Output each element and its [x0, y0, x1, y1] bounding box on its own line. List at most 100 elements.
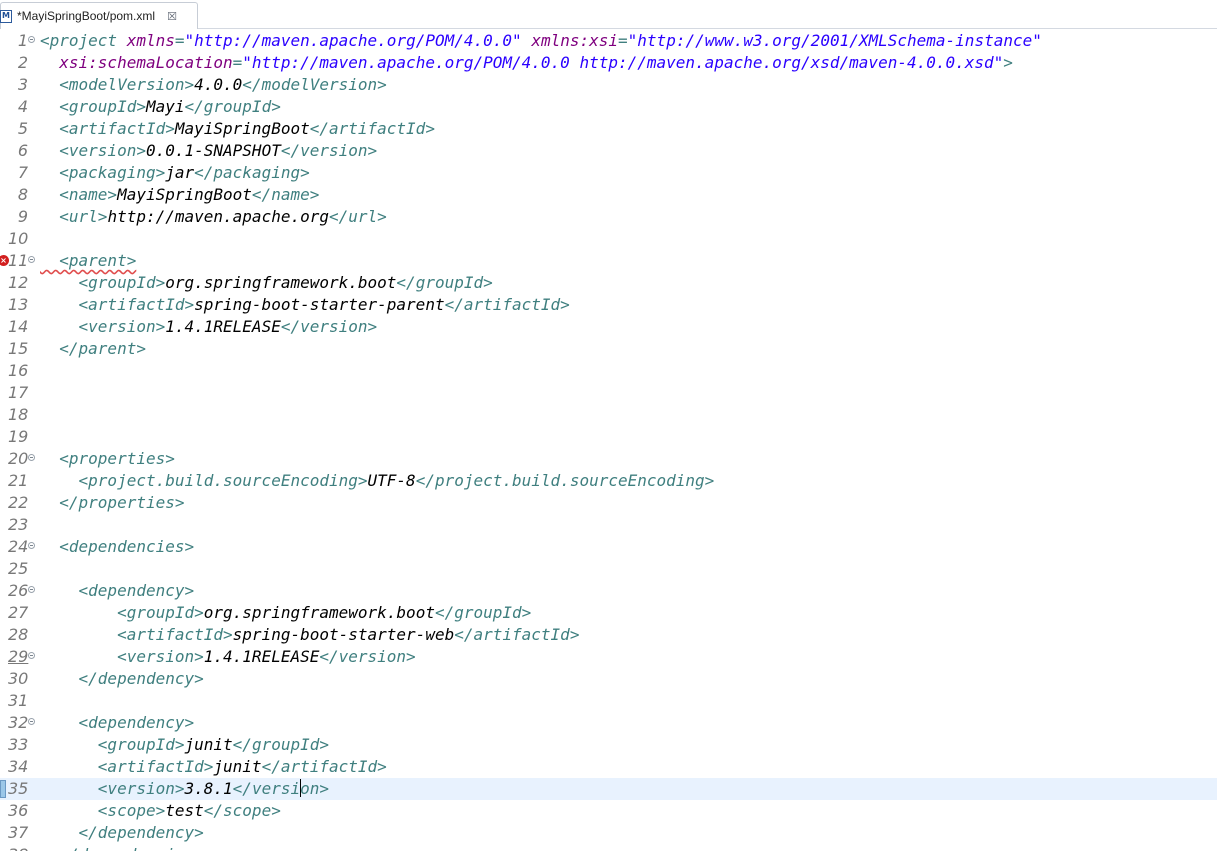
- code-line[interactable]: 28 <artifactId>spring-boot-starter-web</…: [0, 624, 1217, 646]
- line-number: 28: [8, 625, 29, 644]
- code-token: </dependencies>: [40, 845, 204, 851]
- fold-toggle-icon[interactable]: [28, 718, 35, 725]
- code-line[interactable]: 37 </dependency>: [0, 822, 1217, 844]
- code-token: =: [174, 31, 185, 50]
- code-line[interactable]: 33 <groupId>junit</groupId>: [0, 734, 1217, 756]
- fold-toggle-icon[interactable]: [28, 256, 35, 263]
- code-line[interactable]: 13 <artifactId>spring-boot-starter-paren…: [0, 294, 1217, 316]
- code-line[interactable]: 31: [0, 690, 1217, 712]
- code-token: </groupId>: [434, 603, 532, 622]
- line-gutter: 26: [0, 580, 40, 602]
- fold-toggle-icon[interactable]: [28, 454, 35, 461]
- code-line[interactable]: 14 <version>1.4.1RELEASE</version>: [0, 316, 1217, 338]
- code-token: <url>: [40, 207, 108, 226]
- close-icon[interactable]: ☒: [167, 10, 177, 23]
- code-text: </dependency>: [40, 668, 204, 690]
- code-token: <dependency>: [40, 581, 195, 600]
- code-token: MayiSpringBoot: [117, 185, 252, 204]
- fold-toggle-icon[interactable]: [28, 652, 35, 659]
- code-line[interactable]: 7 <packaging>jar</packaging>: [0, 162, 1217, 184]
- line-gutter: 30: [0, 668, 40, 690]
- line-number: 6: [17, 141, 28, 160]
- code-line[interactable]: 20 <properties>: [0, 448, 1217, 470]
- line-number: 12: [8, 273, 29, 292]
- code-token: </groupId>: [184, 97, 281, 116]
- line-gutter: 38: [0, 844, 40, 851]
- fold-toggle-icon[interactable]: [28, 36, 35, 43]
- code-line[interactable]: 18: [0, 404, 1217, 426]
- code-text: <version>3.8.1</version>: [40, 778, 329, 800]
- line-gutter: 21: [0, 470, 40, 492]
- code-line[interactable]: 25: [0, 558, 1217, 580]
- line-number: 13: [8, 295, 29, 314]
- code-token: >: [1003, 53, 1013, 72]
- code-token: org.springframework.boot: [203, 603, 435, 622]
- line-gutter: 33: [0, 734, 40, 756]
- code-line[interactable]: 26 <dependency>: [0, 580, 1217, 602]
- line-gutter: 32: [0, 712, 40, 734]
- code-text: <groupId>Mayi</groupId>: [40, 96, 281, 118]
- code-token: http://maven.apache.org: [107, 207, 329, 226]
- code-text: <version>1.4.1RELEASE</version>: [40, 316, 378, 338]
- code-line[interactable]: 24 <dependencies>: [0, 536, 1217, 558]
- code-text: <groupId>junit</groupId>: [40, 734, 329, 756]
- code-line[interactable]: 6 <version>0.0.1-SNAPSHOT</version>: [0, 140, 1217, 162]
- line-number: 11: [8, 251, 29, 270]
- code-line[interactable]: 22 </properties>: [0, 492, 1217, 514]
- line-gutter: 3: [0, 74, 40, 96]
- line-number: 22: [8, 493, 29, 512]
- line-number: 2: [17, 53, 28, 72]
- line-gutter: 34: [0, 756, 40, 778]
- code-token: </scope>: [203, 801, 281, 820]
- code-line[interactable]: 23: [0, 514, 1217, 536]
- code-text: <project xmlns="http://maven.apache.org/…: [40, 30, 1042, 52]
- code-token: </version>: [319, 647, 416, 666]
- code-text: <dependency>: [40, 580, 195, 602]
- code-token: </packaging>: [194, 163, 310, 182]
- code-line[interactable]: 5 <artifactId>MayiSpringBoot</artifactId…: [0, 118, 1217, 140]
- code-line[interactable]: 12 <groupId>org.springframework.boot</gr…: [0, 272, 1217, 294]
- fold-toggle-icon[interactable]: [28, 586, 35, 593]
- line-number: 34: [8, 757, 29, 776]
- code-token: test: [165, 801, 204, 820]
- code-text: <artifactId>junit</artifactId>: [40, 756, 387, 778]
- code-line[interactable]: 16: [0, 360, 1217, 382]
- code-line[interactable]: 30 </dependency>: [0, 668, 1217, 690]
- code-line[interactable]: 8 <name>MayiSpringBoot</name>: [0, 184, 1217, 206]
- code-line[interactable]: 9 <url>http://maven.apache.org</url>: [0, 206, 1217, 228]
- code-line[interactable]: 27 <groupId>org.springframework.boot</gr…: [0, 602, 1217, 624]
- line-number: 7: [17, 163, 28, 182]
- code-line[interactable]: 36 <scope>test</scope>: [0, 800, 1217, 822]
- tab-pom-xml[interactable]: M *MayiSpringBoot/pom.xml ☒: [0, 2, 198, 29]
- line-gutter: 28: [0, 624, 40, 646]
- code-token: <groupId>: [40, 97, 146, 116]
- code-token: </name>: [251, 185, 320, 204]
- change-marker: [0, 780, 6, 798]
- code-line[interactable]: 10: [0, 228, 1217, 250]
- code-line[interactable]: 32 <dependency>: [0, 712, 1217, 734]
- fold-toggle-icon[interactable]: [28, 542, 35, 549]
- code-token: xsi:schemaLocation: [59, 53, 233, 72]
- code-line[interactable]: 1 <project xmlns="http://maven.apache.org…: [0, 30, 1217, 52]
- xml-source-editor[interactable]: 1 <project xmlns="http://maven.apache.org…: [0, 30, 1217, 851]
- code-line[interactable]: 15 </parent>: [0, 338, 1217, 360]
- code-token: <parent>: [40, 251, 137, 270]
- code-line[interactable]: 17: [0, 382, 1217, 404]
- code-token: 1.4.1RELEASE: [203, 647, 320, 666]
- code-line[interactable]: 29 <version>1.4.1RELEASE</version>: [0, 646, 1217, 668]
- code-line[interactable]: 35 <version>3.8.1</version>: [0, 778, 1217, 800]
- code-line[interactable]: 4 <groupId>Mayi</groupId>: [0, 96, 1217, 118]
- code-line[interactable]: 3 <modelVersion>4.0.0</modelVersion>: [0, 74, 1217, 96]
- code-text: <project.build.sourceEncoding>UTF-8</pro…: [40, 470, 715, 492]
- code-token: <groupId>: [40, 735, 185, 754]
- code-token: 4.0.0: [194, 75, 243, 94]
- code-line[interactable]: × 11 <parent>: [0, 250, 1217, 272]
- code-line[interactable]: 2 xsi:schemaLocation="http://maven.apach…: [0, 52, 1217, 74]
- line-number: 23: [8, 515, 29, 534]
- code-line[interactable]: 38 </dependencies>: [0, 844, 1217, 851]
- code-line[interactable]: 19: [0, 426, 1217, 448]
- line-number: 21: [8, 471, 29, 490]
- code-line[interactable]: 34 <artifactId>junit</artifactId>: [0, 756, 1217, 778]
- line-gutter: 2: [0, 52, 40, 74]
- code-line[interactable]: 21 <project.build.sourceEncoding>UTF-8</…: [0, 470, 1217, 492]
